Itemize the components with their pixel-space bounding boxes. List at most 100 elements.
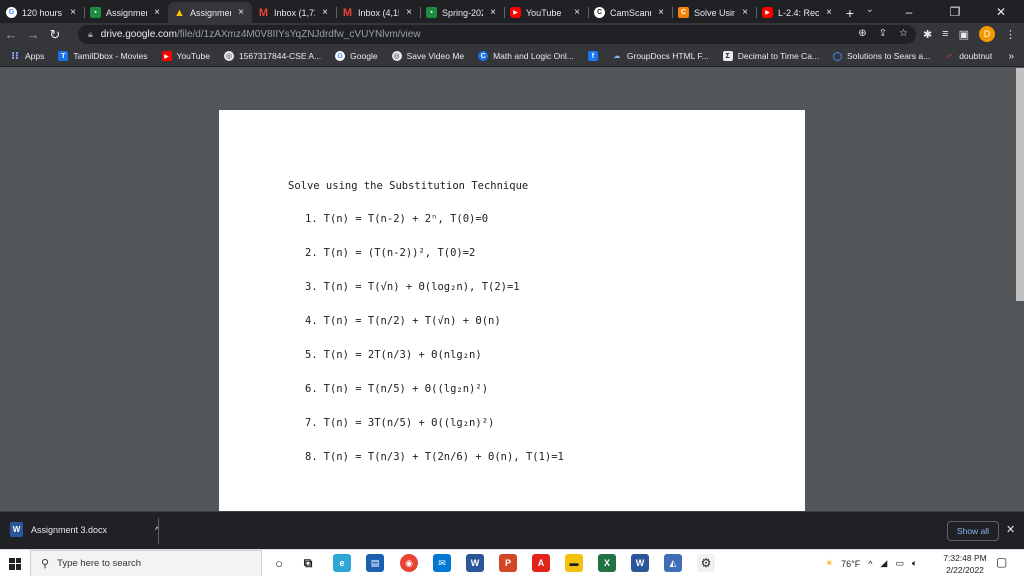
weather-temp[interactable]: 76°F: [841, 559, 860, 569]
windows-taskbar: ⚲ Type here to search ○ ⧉ e ▤ ◉ ✉ W P A …: [0, 549, 1024, 576]
profile-avatar[interactable]: D: [979, 26, 995, 42]
tab[interactable]: ▶ YouTube ×: [504, 2, 588, 23]
extensions-puzzle-icon[interactable]: ✱: [923, 28, 932, 41]
bookmark-tamildbox[interactable]: T TamilDbox - Movies: [58, 51, 148, 61]
forward-arrow-icon[interactable]: →: [22, 24, 44, 46]
bookmark-apps[interactable]: ⁝⁝ Apps: [10, 50, 44, 62]
tab-close-icon[interactable]: ×: [656, 7, 666, 18]
word-doc-icon: W: [10, 522, 23, 537]
zoom-icon[interactable]: ⊕: [858, 28, 866, 39]
word-alt-icon[interactable]: W: [631, 554, 649, 572]
tab[interactable]: ▪Assignment×: [84, 2, 168, 23]
clock-date: 2/22/2022: [946, 565, 984, 575]
acrobat-icon[interactable]: A: [532, 554, 550, 572]
google-icon: G: [6, 7, 17, 18]
new-tab-button[interactable]: +: [840, 2, 860, 23]
problem-item: 4. T(n) = T(n/2) + T(√n) + Θ(n): [305, 315, 501, 327]
store-icon[interactable]: ▤: [366, 554, 384, 572]
tab-close-icon[interactable]: ×: [824, 7, 834, 18]
reload-icon[interactable]: ↻: [44, 24, 66, 46]
chrome-icon[interactable]: ◉: [400, 554, 418, 572]
bookmark-youtube[interactable]: ▶ YouTube: [161, 51, 210, 61]
tamildbox-icon: T: [58, 51, 69, 61]
camscanner-icon: C: [594, 7, 605, 18]
maximize-icon[interactable]: ❐: [932, 0, 978, 23]
doubtnut-icon: ♂: [945, 50, 953, 62]
bookmark-star-icon[interactable]: ☆: [899, 28, 908, 39]
tab[interactable]: CCamScanne×: [588, 2, 672, 23]
apps-grid-icon: ⁝⁝: [11, 50, 19, 62]
share-icon[interactable]: ⇪: [879, 28, 887, 39]
tab-close-icon[interactable]: ×: [152, 7, 162, 18]
edge-icon[interactable]: e: [333, 554, 351, 572]
drive-icon: ▲: [174, 6, 185, 19]
tab[interactable]: M Inbox (4,15 ×: [336, 2, 420, 23]
close-icon[interactable]: ✕: [1006, 523, 1015, 536]
more-bookmarks-icon[interactable]: »: [1008, 51, 1014, 62]
tab[interactable]: M Inbox (1,72 ×: [252, 2, 336, 23]
close-window-icon[interactable]: ✕: [978, 0, 1024, 23]
reading-list-icon[interactable]: ≡: [942, 28, 948, 40]
tab-search-icon[interactable]: ⌄: [866, 4, 874, 15]
tab-close-icon[interactable]: ×: [404, 7, 414, 18]
tab-close-icon[interactable]: ×: [740, 7, 750, 18]
bookmark-save-video[interactable]: ◎ Save Video Me: [391, 51, 464, 61]
chrome-menu-icon[interactable]: ⋮: [1005, 28, 1016, 41]
bookmark-facebook[interactable]: f: [587, 51, 598, 61]
tab-active[interactable]: ▲Assignment×: [168, 2, 252, 23]
tab-close-icon[interactable]: ×: [572, 7, 582, 18]
chegg-icon: C: [478, 51, 489, 61]
tab[interactable]: ▪ Spring-202 ×: [420, 2, 504, 23]
omnibox-actions: ⊕ ⇪ ☆: [858, 28, 908, 39]
start-button[interactable]: [0, 550, 30, 576]
sigma-icon: Σ: [722, 51, 733, 61]
network-icon[interactable]: ◢: [880, 558, 887, 569]
photos-icon[interactable]: ◭: [664, 554, 682, 572]
classroom-icon: ▪: [426, 7, 437, 18]
battery-icon[interactable]: ▭: [895, 558, 904, 569]
bookmark-solutions[interactable]: Solutions to Sears a...: [833, 51, 930, 61]
lock-icon: 🔒︎: [88, 29, 93, 39]
bookmark-google[interactable]: G Google: [335, 51, 378, 61]
settings-gear-icon[interactable]: ⚙: [697, 554, 715, 572]
excel-icon[interactable]: X: [598, 554, 616, 572]
viewer-scrollbar[interactable]: [1016, 68, 1024, 511]
minimize-icon[interactable]: –: [886, 0, 932, 23]
tab-close-icon[interactable]: ×: [68, 7, 78, 18]
download-item[interactable]: W Assignment 3.docx ^: [10, 522, 159, 537]
tab-close-icon[interactable]: ×: [488, 7, 498, 18]
scrollbar-thumb[interactable]: [1016, 68, 1024, 301]
word-icon[interactable]: W: [466, 554, 484, 572]
show-all-button[interactable]: Show all: [947, 521, 999, 541]
tray-chevron-up-icon[interactable]: ^: [868, 559, 872, 569]
notification-icon[interactable]: ▢: [996, 555, 1007, 569]
task-view-icon[interactable]: ⧉: [299, 554, 317, 572]
bookmark-math-logic[interactable]: C Math and Logic Onl...: [478, 51, 574, 61]
tab-close-icon[interactable]: ×: [236, 7, 246, 18]
volume-icon[interactable]: 🔈︎: [912, 558, 917, 569]
weather-icon[interactable]: ☀: [825, 558, 833, 569]
bookmark-doubtnut[interactable]: ♂ doubtnut: [944, 50, 992, 62]
side-panel-icon[interactable]: ▣: [959, 28, 969, 41]
web-icon: ◎: [391, 51, 402, 61]
tab[interactable]: ▶L-2.4: Recu×: [756, 2, 840, 23]
bookmark-groupdocs[interactable]: ☁ GroupDocs HTML F...: [612, 51, 708, 61]
cortana-icon[interactable]: ○: [270, 554, 288, 572]
file-explorer-icon[interactable]: ▬: [565, 554, 583, 572]
address-bar[interactable]: 🔒︎ drive.google.com/file/d/1zAXmz4M0V8II…: [78, 25, 916, 44]
mail-icon[interactable]: ✉: [433, 554, 451, 572]
problem-item: 6. T(n) = T(n/5) + Θ((lg₂n)²): [305, 383, 489, 395]
tab[interactable]: C Solve Usin ×: [672, 2, 756, 23]
tab[interactable]: G 120 hours ×: [0, 2, 84, 23]
taskbar-search-box[interactable]: ⚲ Type here to search: [30, 550, 262, 576]
download-separator: [158, 518, 159, 544]
download-filename: Assignment 3.docx: [31, 524, 108, 535]
taskbar-clock[interactable]: 7:32:48 PM 2/22/2022: [940, 552, 990, 576]
gmail-icon: M: [342, 6, 353, 19]
bookmark-cse[interactable]: ◎ 1567317844-CSE A...: [223, 51, 321, 61]
tab-close-icon[interactable]: ×: [320, 7, 330, 18]
bookmark-decimal-time[interactable]: Σ Decimal to Time Ca...: [722, 51, 819, 61]
back-arrow-icon[interactable]: ←: [0, 24, 22, 46]
problem-item: 8. T(n) = T(n/3) + T(2n/6) + Θ(n), T(1)=1: [305, 451, 564, 463]
powerpoint-icon[interactable]: P: [499, 554, 517, 572]
